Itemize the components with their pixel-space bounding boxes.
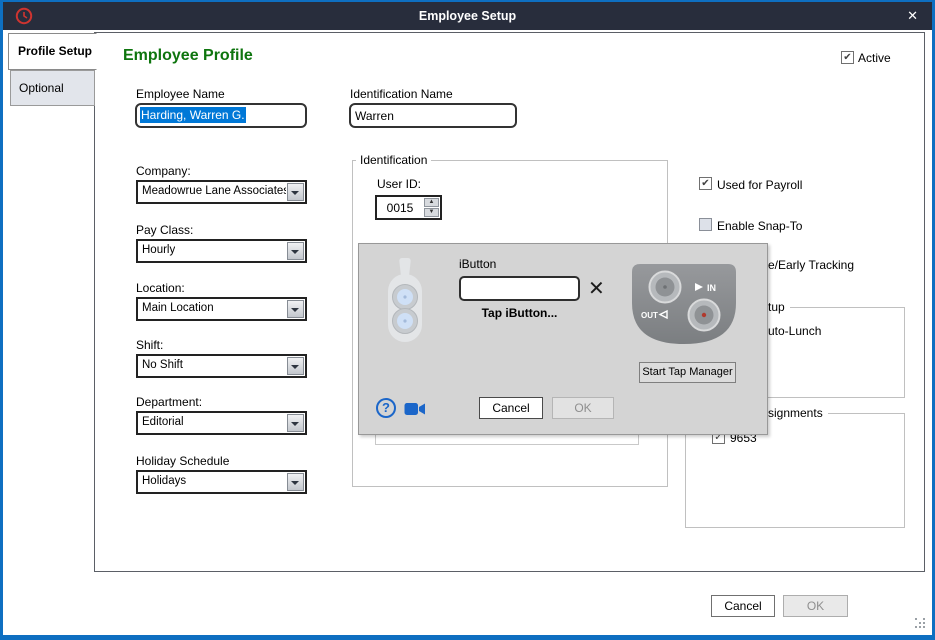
company-value: Meadowrue Lane Associates: [142, 185, 286, 197]
department-value: Editorial: [142, 416, 184, 428]
location-value: Main Location: [142, 302, 214, 314]
holiday-schedule-field: Holiday Schedule Holidays: [136, 454, 307, 496]
holiday-schedule-label: Holiday Schedule: [136, 454, 229, 468]
ok-button[interactable]: OK: [783, 595, 848, 617]
tap-ibutton-prompt: Tap iButton...: [459, 306, 580, 320]
dropdown-arrow-icon[interactable]: [287, 473, 304, 491]
reader-out-label: OUT: [641, 311, 658, 320]
setup-legend-fragment: tup: [768, 300, 790, 314]
camera-icon[interactable]: [404, 401, 426, 417]
cancel-button[interactable]: Cancel: [711, 595, 775, 617]
dropdown-arrow-icon[interactable]: [287, 357, 304, 375]
shift-field: Shift: No Shift: [136, 338, 307, 380]
holiday-schedule-value: Holidays: [142, 475, 186, 487]
ibutton-input[interactable]: [459, 276, 580, 301]
department-field: Department: Editorial: [136, 395, 307, 437]
location-label: Location:: [136, 281, 185, 295]
location-field: Location: Main Location: [136, 281, 307, 323]
spin-down-icon[interactable]: ▼: [424, 208, 439, 217]
window-title: Employee Setup: [3, 9, 932, 23]
employee-name-input[interactable]: Harding, Warren G.: [135, 103, 307, 128]
pay-class-field: Pay Class: Hourly: [136, 223, 307, 265]
company-field: Company: Meadowrue Lane Associates: [136, 164, 307, 206]
ibutton-dialog: iButton ✕ Tap iButton... IN OUT: [358, 243, 768, 435]
selected-text: Harding, Warren G.: [140, 107, 246, 123]
late-early-tracking-label-fragment: e/Early Tracking: [768, 258, 854, 272]
user-id-spinner[interactable]: 0015 ▲ ▼: [375, 195, 442, 220]
titlebar: Employee Setup ✕: [3, 2, 932, 30]
assignments-legend-fragment: signments: [768, 406, 828, 420]
auto-lunch-label-fragment: uto-Lunch: [768, 324, 821, 338]
window-border: [0, 0, 3, 640]
user-id-label: User ID:: [377, 177, 421, 191]
shift-value: No Shift: [142, 359, 183, 371]
ibutton-fob-image: [385, 257, 425, 357]
shift-label: Shift:: [136, 338, 163, 352]
department-label: Department:: [136, 395, 202, 409]
active-label: Active: [858, 51, 891, 65]
close-icon[interactable]: ✕: [907, 8, 918, 24]
company-label: Company:: [136, 164, 191, 178]
employee-name-label: Employee Name: [136, 87, 225, 101]
dialog-ok-button[interactable]: OK: [552, 397, 614, 419]
employee-setup-window: Employee Setup ✕ Profile Setup Optional …: [0, 0, 935, 640]
holiday-schedule-dropdown[interactable]: Holidays: [136, 470, 307, 494]
window-border: [0, 635, 935, 640]
dropdown-arrow-icon[interactable]: [287, 183, 304, 201]
dropdown-arrow-icon[interactable]: [287, 242, 304, 260]
pay-class-value: Hourly: [142, 244, 175, 256]
resize-grip[interactable]: [915, 618, 927, 630]
tab-optional[interactable]: Optional: [10, 70, 95, 106]
dropdown-arrow-icon[interactable]: [287, 300, 304, 318]
used-for-payroll-label: Used for Payroll: [717, 178, 802, 192]
ibutton-reader-image: IN OUT: [629, 261, 739, 348]
window-border: [0, 0, 935, 2]
department-dropdown[interactable]: Editorial: [136, 411, 307, 435]
pay-class-dropdown[interactable]: Hourly: [136, 239, 307, 263]
check-icon: ✔: [843, 52, 851, 63]
user-id-value: 0015: [377, 201, 423, 215]
location-dropdown[interactable]: Main Location: [136, 297, 307, 321]
start-tap-manager-button[interactable]: Start Tap Manager: [639, 362, 736, 383]
spinner-buttons: ▲ ▼: [424, 198, 439, 217]
identification-legend: Identification: [356, 153, 431, 167]
reader-in-label: IN: [707, 283, 716, 293]
help-icon[interactable]: ?: [376, 398, 396, 418]
check-icon: ✔: [701, 178, 709, 189]
ibutton-label: iButton: [459, 257, 496, 271]
spin-up-icon[interactable]: ▲: [424, 198, 439, 207]
identification-name-label: Identification Name: [350, 87, 453, 101]
company-dropdown[interactable]: Meadowrue Lane Associates: [136, 180, 307, 204]
used-for-payroll-checkbox[interactable]: ✔: [699, 177, 712, 190]
active-checkbox[interactable]: ✔: [841, 51, 854, 64]
shift-dropdown[interactable]: No Shift: [136, 354, 307, 378]
dropdown-arrow-icon[interactable]: [287, 414, 304, 432]
page-title: Employee Profile: [123, 47, 253, 65]
tab-profile-setup[interactable]: Profile Setup: [8, 33, 97, 70]
pay-class-label: Pay Class:: [136, 223, 193, 237]
dialog-cancel-button[interactable]: Cancel: [479, 397, 543, 419]
clear-x-icon[interactable]: ✕: [588, 276, 605, 301]
identification-name-input[interactable]: [349, 103, 517, 128]
enable-snap-to-checkbox[interactable]: [699, 218, 712, 231]
enable-snap-to-label: Enable Snap-To: [717, 219, 802, 233]
